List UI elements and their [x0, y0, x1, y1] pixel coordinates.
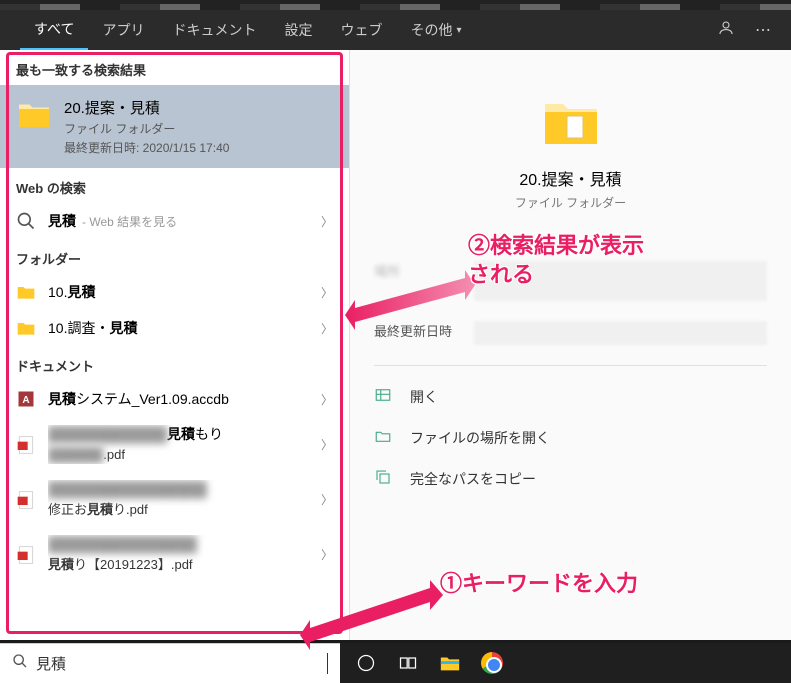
- meta-modified-value: [474, 321, 767, 345]
- web-search-item[interactable]: 見積 - Web 結果を見る 〉: [0, 203, 349, 239]
- best-match-title: 20.提案・見積: [64, 97, 229, 118]
- web-term: 見積: [48, 213, 76, 229]
- action-open[interactable]: 開く: [374, 376, 767, 417]
- taskbar: 見積: [0, 643, 791, 683]
- chrome-icon[interactable]: [474, 645, 510, 681]
- tab-documents[interactable]: ドキュメント: [158, 10, 270, 50]
- tab-apps[interactable]: アプリ: [88, 10, 158, 50]
- folder-result-1[interactable]: 10.見積 〉: [0, 274, 349, 310]
- action-open-location[interactable]: ファイルの場所を開く: [374, 417, 767, 458]
- copy-icon: [374, 468, 394, 489]
- action-open-label: 開く: [410, 387, 438, 407]
- chevron-right-icon: 〉: [321, 491, 333, 508]
- best-match-type: ファイル フォルダー: [64, 120, 229, 137]
- preview-panel: 20.提案・見積 ファイル フォルダー 場所 最終更新日時 開く ファイルの場所…: [350, 50, 791, 640]
- pdf-icon: [16, 435, 36, 455]
- search-scope-tabs: すべて アプリ ドキュメント 設定 ウェブ その他 ▾ ⋯: [0, 10, 791, 50]
- taskbar-search[interactable]: 見積: [0, 643, 340, 683]
- feedback-icon[interactable]: [717, 19, 735, 42]
- doc-result-1[interactable]: A 見積システム_Ver1.09.accdb 〉: [0, 381, 349, 417]
- meta-location-value: [474, 261, 767, 301]
- tab-settings[interactable]: 設定: [270, 10, 326, 50]
- pdf-icon: [16, 545, 36, 565]
- results-panel: 最も一致する検索結果 20.提案・見積 ファイル フォルダー 最終更新日時: 2…: [0, 50, 350, 640]
- action-copy-path[interactable]: 完全なパスをコピー: [374, 458, 767, 499]
- tab-web[interactable]: ウェブ: [326, 10, 396, 50]
- tab-all[interactable]: すべて: [20, 10, 88, 50]
- folder-icon: [16, 282, 36, 302]
- chevron-right-icon: 〉: [321, 320, 333, 337]
- background-windows-fragment: [0, 0, 791, 10]
- best-match-item[interactable]: 20.提案・見積 ファイル フォルダー 最終更新日時: 2020/1/15 17…: [0, 85, 349, 168]
- best-match-header: 最も一致する検索結果: [0, 50, 349, 85]
- preview-title: 20.提案・見積: [519, 166, 621, 190]
- web-hint: - Web 結果を見る: [82, 215, 177, 229]
- chevron-right-icon: 〉: [321, 284, 333, 301]
- meta-modified-label: 最終更新日時: [374, 321, 474, 345]
- doc-result-3[interactable]: ████████████████ 修正お見積り.pdf 〉: [0, 472, 349, 527]
- explorer-icon[interactable]: [432, 645, 468, 681]
- chevron-down-icon: ▾: [456, 25, 461, 36]
- cortana-icon[interactable]: [348, 645, 384, 681]
- more-options-icon[interactable]: ⋯: [755, 20, 771, 40]
- folder-icon: [539, 90, 603, 154]
- folder-header: フォルダー: [0, 239, 349, 274]
- web-search-header: Web の検索: [0, 168, 349, 203]
- preview-type: ファイル フォルダー: [515, 194, 626, 211]
- open-icon: [374, 386, 394, 407]
- chevron-right-icon: 〉: [321, 436, 333, 453]
- action-copy-path-label: 完全なパスをコピー: [410, 469, 536, 489]
- folder-result-2[interactable]: 10.調査・見積 〉: [0, 310, 349, 346]
- doc-result-2[interactable]: ████████████見積もり ██████.pdf 〉: [0, 417, 349, 472]
- chevron-right-icon: 〉: [321, 391, 333, 408]
- folder-icon: [16, 318, 36, 338]
- action-open-location-label: ファイルの場所を開く: [410, 428, 550, 448]
- tab-more-label: その他: [410, 20, 452, 40]
- doc-result-4[interactable]: ███████████████ 見積り【20191223】.pdf 〉: [0, 527, 349, 582]
- tab-more[interactable]: その他 ▾: [396, 10, 475, 50]
- document-header: ドキュメント: [0, 346, 349, 381]
- search-icon: [12, 653, 28, 674]
- meta-location-label: 場所: [374, 261, 474, 301]
- svg-text:A: A: [22, 395, 29, 406]
- search-icon: [16, 211, 36, 231]
- task-view-icon[interactable]: [390, 645, 426, 681]
- folder-open-icon: [374, 427, 394, 448]
- chevron-right-icon: 〉: [321, 546, 333, 563]
- folder-icon: [16, 97, 52, 133]
- pdf-icon: [16, 490, 36, 510]
- access-icon: A: [16, 389, 36, 409]
- search-input[interactable]: 見積: [36, 653, 328, 674]
- chevron-right-icon: 〉: [321, 213, 333, 230]
- best-match-modified: 最終更新日時: 2020/1/15 17:40: [64, 139, 229, 156]
